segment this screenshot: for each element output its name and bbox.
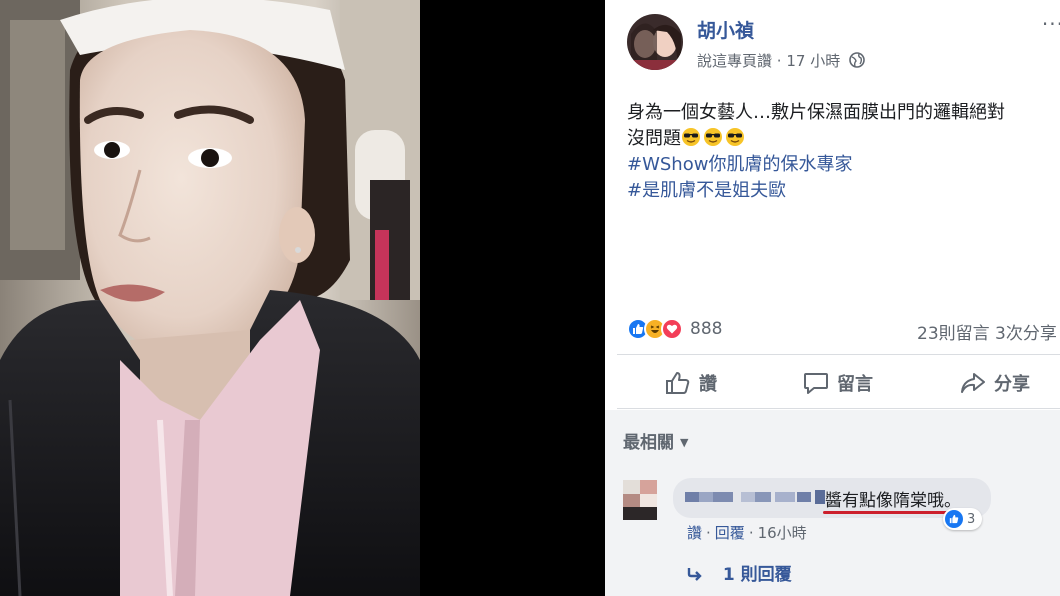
post-photo[interactable] (0, 0, 420, 596)
meta-separator: · (776, 52, 782, 70)
like-reaction-icon (945, 510, 963, 528)
sunglasses-emoji-group (681, 128, 747, 149)
view-replies-link[interactable]: 1 則回覆 (687, 560, 792, 585)
comment-icon (804, 373, 828, 394)
sunglasses-emoji (704, 128, 722, 146)
comment-bubble: 醬有點像隋棠哦。 (673, 478, 991, 518)
more-dots-icon[interactable]: ··· (1042, 12, 1060, 36)
like-button-label: 讚 (699, 374, 717, 395)
comment-reply-link[interactable]: 回覆 (715, 524, 745, 542)
selfie-image (0, 0, 420, 596)
separator: · (748, 524, 754, 542)
post-text: 身為一個女藝人…敷片保濕面膜出門的邏輯絕對 沒問題 #WShow你肌膚的保水專家… (627, 100, 1060, 204)
comments-section: 最相關 ▼ 醬有點像隋棠哦。 3 讚 · 回覆 · 16小時 1 則回覆 (605, 410, 1060, 596)
divider (617, 408, 1060, 409)
engagement-counts: 23則留言 3次分享 (917, 319, 1057, 344)
comment-like-link[interactable]: 讚 (687, 524, 702, 542)
post-text-line: 身為一個女藝人…敷片保濕面膜出門的邏輯絕對 (627, 102, 1005, 123)
love-reaction-icon (661, 318, 683, 340)
share-button-label: 分享 (994, 374, 1030, 395)
comment-time[interactable]: 16小時 (758, 524, 807, 542)
author-avatar[interactable] (627, 14, 683, 70)
comment-actions: 讚 · 回覆 · 16小時 (687, 522, 807, 543)
caret-down-icon: ▼ (680, 436, 689, 449)
blurred-commenter-name (685, 490, 825, 504)
separator: · (706, 524, 711, 542)
post-text-line: 沒問題 (627, 126, 1060, 152)
comment-sort-dropdown[interactable]: 最相關 ▼ (623, 428, 688, 453)
share-count-link[interactable]: 3次分享 (995, 324, 1057, 344)
photo-viewer-background (420, 0, 605, 596)
comment-count-link[interactable]: 23則留言 (917, 324, 990, 344)
commenter-avatar[interactable] (623, 480, 657, 520)
globe-icon (849, 52, 865, 72)
share-button[interactable]: 分享 (960, 364, 1030, 402)
reply-arrow-icon (687, 565, 709, 585)
comment-reaction-badge[interactable]: 3 (943, 508, 983, 530)
comment-reaction-count: 3 (967, 511, 976, 527)
divider (617, 354, 1060, 355)
author-name[interactable]: 胡小禎 (697, 16, 754, 43)
post-time[interactable]: 17 小時 (786, 52, 840, 70)
hashtag-link[interactable]: #是肌膚不是姐夫歐 (627, 178, 1060, 204)
sunglasses-emoji (682, 128, 700, 146)
comment-sort-label: 最相關 (623, 433, 674, 453)
share-icon (961, 373, 985, 393)
blurred-avatar (623, 480, 657, 520)
avatar-image (627, 14, 683, 70)
post-text-fragment: 沒問題 (627, 128, 681, 149)
reaction-count[interactable]: 888 (690, 319, 722, 339)
post-meta: 說這專頁讚 · 17 小時 (697, 50, 865, 72)
hashtag-link[interactable]: #WShow你肌膚的保水專家 (627, 152, 1060, 178)
reaction-summary[interactable]: 888 (627, 318, 722, 340)
like-page-link[interactable]: 說這專頁讚 (697, 52, 772, 70)
sunglasses-emoji (726, 128, 744, 146)
comment-text: 醬有點像隋棠哦。 (825, 491, 961, 511)
post-actions: 讚 留言 分享 (605, 364, 1060, 402)
comment-button[interactable]: 留言 (803, 364, 873, 402)
thumbs-up-icon (666, 372, 690, 394)
replies-count-label: 1 則回覆 (722, 565, 792, 585)
comment-button-label: 留言 (837, 374, 873, 395)
like-button[interactable]: 讚 (665, 364, 717, 402)
post-panel: 胡小禎 ··· 說這專頁讚 · 17 小時 身為一個女藝人…敷片保濕面膜出門的邏… (605, 0, 1060, 596)
